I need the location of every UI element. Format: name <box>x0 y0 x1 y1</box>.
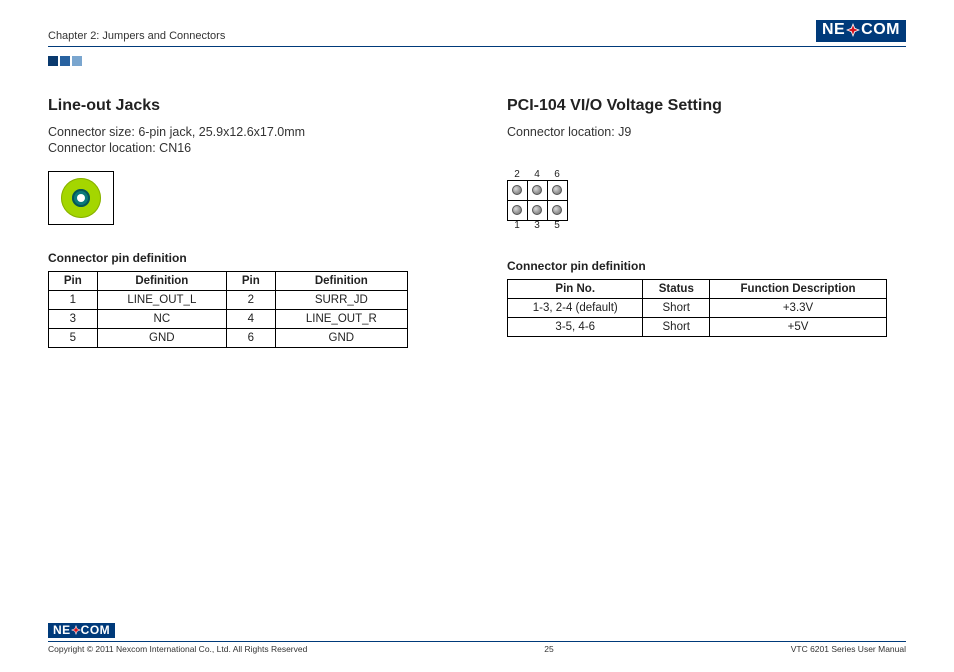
right-table-caption: Connector pin definition <box>507 259 906 273</box>
table-row: 3-5, 4-6 Short +5V <box>508 318 887 337</box>
th-def: Definition <box>275 272 407 291</box>
pin-icon <box>532 205 542 215</box>
cell-pinno: 1-3, 2-4 (default) <box>508 299 643 318</box>
th-func: Function Description <box>710 280 887 299</box>
j9-header-diagram: 2 4 6 1 3 5 <box>507 169 567 231</box>
manual-name: VTC 6201 Series User Manual <box>791 644 906 654</box>
cell-pin: 2 <box>226 291 275 310</box>
left-table-caption: Connector pin definition <box>48 251 447 265</box>
connector-size: Connector size: 6-pin jack, 25.9x12.6x17… <box>48 125 447 139</box>
cell-pinno: 3-5, 4-6 <box>508 318 643 337</box>
cell-def: GND <box>97 329 226 348</box>
pin-label: 1 <box>507 220 527 231</box>
th-def: Definition <box>97 272 226 291</box>
pin-label: 2 <box>507 169 527 180</box>
pin-label: 4 <box>527 169 547 180</box>
nexcom-logo-top: NE COM <box>816 20 906 42</box>
logo-ne: NE <box>53 624 71 636</box>
table-row: 5 GND 6 GND <box>49 329 408 348</box>
cell-def: LINE_OUT_L <box>97 291 226 310</box>
page-number: 25 <box>307 644 790 654</box>
pin-icon <box>552 185 562 195</box>
cell-pin: 5 <box>49 329 98 348</box>
cell-func: +5V <box>710 318 887 337</box>
connector-location-cn16: Connector location: CN16 <box>48 141 447 155</box>
lineout-pin-table: Pin Definition Pin Definition 1 LINE_OUT… <box>48 271 408 348</box>
pin-label: 5 <box>547 220 567 231</box>
cell-def: NC <box>97 310 226 329</box>
logo-com: COM <box>81 624 111 636</box>
pin-icon <box>512 185 522 195</box>
logo-x-icon <box>846 23 860 37</box>
logo-x-icon <box>71 625 81 635</box>
th-pin: Pin <box>49 272 98 291</box>
cell-pin: 4 <box>226 310 275 329</box>
th-pinno: Pin No. <box>508 280 643 299</box>
cell-status: Short <box>643 299 710 318</box>
cell-status: Short <box>643 318 710 337</box>
connector-location-j9: Connector location: J9 <box>507 125 906 139</box>
pin-label: 6 <box>547 169 567 180</box>
copyright-text: Copyright © 2011 Nexcom International Co… <box>48 644 307 654</box>
cell-pin: 6 <box>226 329 275 348</box>
footer-separator <box>48 641 906 642</box>
decorative-squares <box>48 53 906 71</box>
cell-pin: 3 <box>49 310 98 329</box>
vio-pin-table: Pin No. Status Function Description 1-3,… <box>507 279 887 337</box>
vio-heading: PCI-104 VI/O Voltage Setting <box>507 97 906 115</box>
nexcom-logo-bottom: NE COM <box>48 623 115 638</box>
pin-icon <box>532 185 542 195</box>
lineout-heading: Line-out Jacks <box>48 97 447 115</box>
pin-label: 3 <box>527 220 547 231</box>
th-status: Status <box>643 280 710 299</box>
pin-icon <box>552 205 562 215</box>
lineout-jack-diagram <box>48 171 114 225</box>
th-pin: Pin <box>226 272 275 291</box>
logo-com: COM <box>861 22 900 38</box>
table-row: 3 NC 4 LINE_OUT_R <box>49 310 408 329</box>
chapter-title: Chapter 2: Jumpers and Connectors <box>48 30 225 42</box>
cell-func: +3.3V <box>710 299 887 318</box>
cell-pin: 1 <box>49 291 98 310</box>
cell-def: SURR_JD <box>275 291 407 310</box>
header-separator <box>48 46 906 47</box>
logo-ne: NE <box>822 22 845 38</box>
pin-icon <box>512 205 522 215</box>
table-row: 1-3, 2-4 (default) Short +3.3V <box>508 299 887 318</box>
cell-def: GND <box>275 329 407 348</box>
table-row: 1 LINE_OUT_L 2 SURR_JD <box>49 291 408 310</box>
cell-def: LINE_OUT_R <box>275 310 407 329</box>
